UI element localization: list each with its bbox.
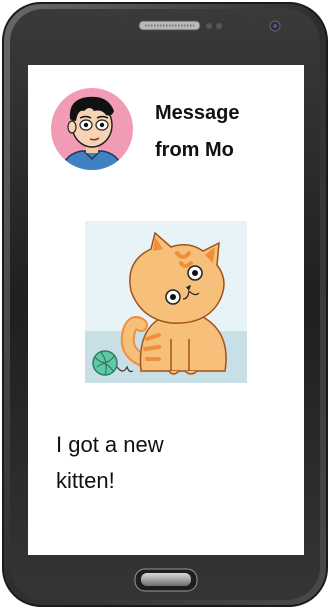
- speaker-icon: [138, 20, 201, 31]
- message-title: Message from Mo: [155, 95, 295, 169]
- message-body-line1: I got a new: [56, 432, 164, 457]
- message-title-line2: from Mo: [155, 139, 234, 161]
- home-button-icon[interactable]: [134, 568, 198, 592]
- message-body: I got a new kitten!: [56, 427, 276, 499]
- avatar-icon: [51, 88, 133, 170]
- kitten-image: [85, 221, 247, 383]
- front-camera-icon: [269, 20, 281, 32]
- message-body-line2: kitten!: [56, 468, 115, 493]
- message-title-line1: Message: [155, 102, 240, 124]
